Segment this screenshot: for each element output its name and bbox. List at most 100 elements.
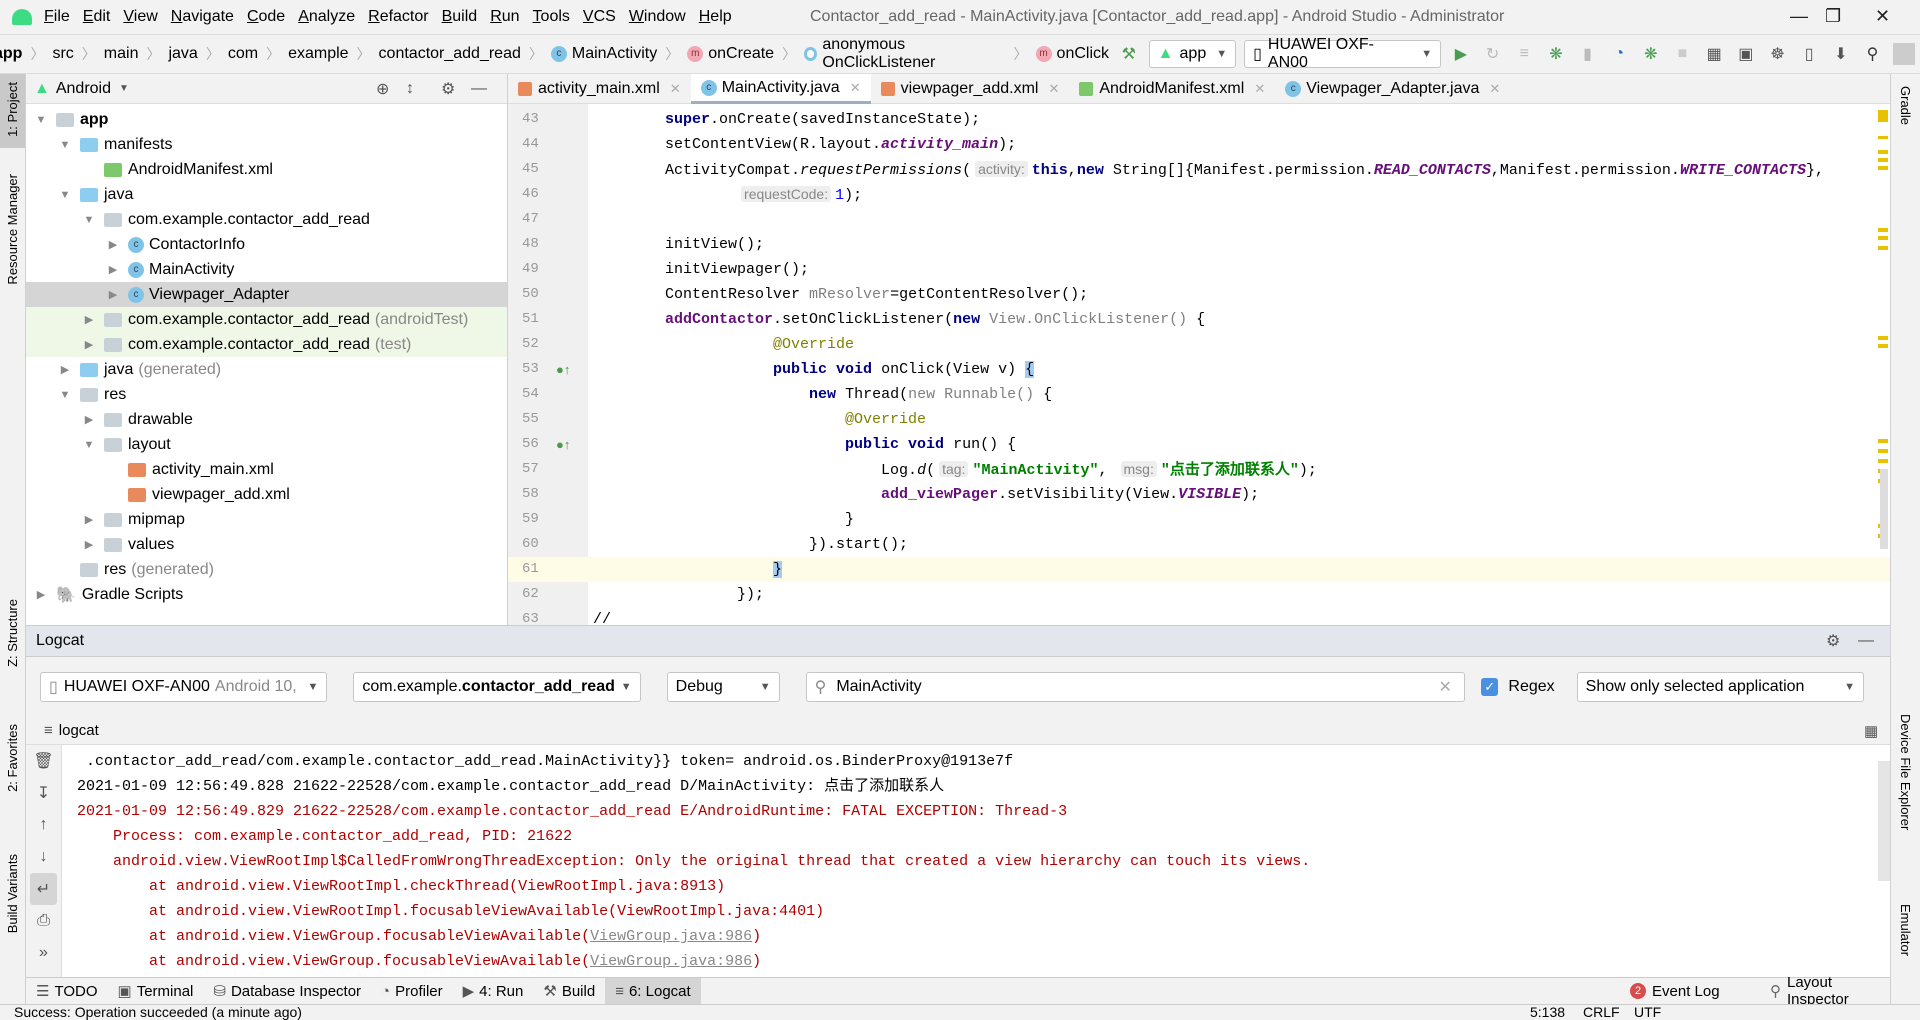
breadcrumb-item[interactable]: m onCreate 〉 <box>683 36 800 72</box>
collapsed-arrow-icon[interactable]: ▶ <box>82 413 96 426</box>
breadcrumb-item[interactable]: anonymous OnClickListener 〉 <box>800 36 1031 72</box>
tree-item[interactable]: ▼ manifests <box>26 132 507 157</box>
clear-icon[interactable]: ✕ <box>1439 677 1452 697</box>
source-link[interactable]: ViewGroup.java:986 <box>590 928 752 945</box>
account-avatar[interactable] <box>1893 43 1915 65</box>
tool-window-structure[interactable]: Z: Structure <box>5 599 20 667</box>
line-separator[interactable]: CRLF <box>1583 1005 1620 1020</box>
expanded-arrow-icon[interactable]: ▼ <box>58 189 72 201</box>
stop-icon[interactable]: ■ <box>1672 43 1694 65</box>
tree-item[interactable]: AndroidManifest.xml <box>26 157 507 182</box>
device-manager-icon[interactable]: ▯ <box>1798 43 1820 65</box>
hide-icon[interactable]: — <box>1858 632 1874 650</box>
collapsed-arrow-icon[interactable]: ▶ <box>106 263 120 276</box>
tree-item[interactable]: ▼ com.example.contactor_add_read <box>26 207 507 232</box>
maximize-button[interactable]: ❐ <box>1825 6 1841 27</box>
logcat-scrollbar[interactable] <box>1878 761 1890 881</box>
breadcrumb-item[interactable]: app 〉 <box>0 36 48 72</box>
expanded-arrow-icon[interactable]: ▼ <box>82 439 96 451</box>
run-config-select[interactable]: ▲ app ▼ <box>1148 40 1237 68</box>
tree-item[interactable]: viewpager_add.xml <box>26 482 507 507</box>
tool-logcat[interactable]: ≡ 6: Logcat <box>605 977 701 1005</box>
editor-scrollbar[interactable] <box>1880 469 1888 549</box>
tree-item[interactable]: ▼ res <box>26 382 507 407</box>
collapsed-arrow-icon[interactable]: ▶ <box>106 238 120 251</box>
down-arrow-icon[interactable]: ↓ <box>26 841 61 873</box>
menu-file[interactable]: File <box>44 8 70 26</box>
expanded-arrow-icon[interactable]: ▼ <box>58 389 72 401</box>
tool-database-inspector[interactable]: ⛁ Database Inspector <box>203 978 371 1005</box>
collapsed-arrow-icon[interactable]: ▶ <box>82 538 96 551</box>
menu-tools[interactable]: Tools <box>533 8 570 26</box>
tree-item[interactable]: ▼ java <box>26 182 507 207</box>
close-tab-icon[interactable]: ✕ <box>850 80 861 96</box>
breadcrumb-item[interactable]: example 〉 <box>284 36 374 72</box>
tool-todo[interactable]: ☰ TODO <box>26 978 108 1005</box>
tool-build[interactable]: ⚒ Build <box>533 978 605 1005</box>
tree-item[interactable]: ▶ com.example.contactor_add_read (androidT… <box>26 307 507 332</box>
gear-icon[interactable]: ⚙ <box>1826 631 1840 651</box>
menu-help[interactable]: Help <box>699 8 732 26</box>
tree-item[interactable]: activity_main.xml <box>26 457 507 482</box>
tab-androidmanifest-xml[interactable]: AndroidManifest.xml ✕ <box>1069 74 1275 104</box>
file-encoding[interactable]: UTF <box>1634 1005 1661 1020</box>
tool-window-project[interactable]: 1: Project <box>5 82 20 137</box>
menu-view[interactable]: View <box>123 8 157 26</box>
override-gutter-icon[interactable]: ●↑ <box>556 432 570 457</box>
device-select[interactable]: ▯ HUAWEI OXF-AN00 ▼ <box>1244 36 1442 71</box>
layout-options-icon[interactable]: ▦ <box>1864 722 1878 740</box>
search-icon[interactable]: ⚲ <box>1862 43 1884 65</box>
tool-window-emulator[interactable]: Emulator <box>1898 904 1913 956</box>
logcat-tab[interactable]: logcat <box>59 722 99 739</box>
collapsed-arrow-icon[interactable]: ▶ <box>34 588 48 601</box>
tree-item[interactable]: ▶ c MainActivity <box>26 257 507 282</box>
tree-item[interactable]: ▶ drawable <box>26 407 507 432</box>
tree-item[interactable]: ▶ c Viewpager_Adapter <box>26 282 507 307</box>
tab-mainactivity-java[interactable]: c MainActivity.java ✕ <box>690 74 871 104</box>
override-gutter-icon[interactable]: ●↑ <box>556 357 570 382</box>
clear-logcat-trash-icon[interactable]: 🗑 <box>26 745 61 777</box>
breadcrumb-item[interactable]: java 〉 <box>164 36 223 72</box>
menu-edit[interactable]: Edit <box>83 8 111 26</box>
close-tab-icon[interactable]: ✕ <box>1048 81 1059 97</box>
profile-icon[interactable]: ◔ <box>1608 43 1630 65</box>
expanded-arrow-icon[interactable]: ▼ <box>34 114 48 126</box>
menu-build[interactable]: Build <box>442 8 478 26</box>
event-log-button[interactable]: 2 Event Log <box>1630 983 1720 1000</box>
tree-item[interactable]: ▶ c ContactorInfo <box>26 232 507 257</box>
breadcrumb-item[interactable]: m onClick <box>1032 36 1113 72</box>
package-filter-select[interactable]: com.example. contactor_add_read ▼ <box>353 672 641 702</box>
close-tab-icon[interactable]: ✕ <box>1489 81 1500 97</box>
expanded-arrow-icon[interactable]: ▼ <box>82 214 96 226</box>
menu-analyze[interactable]: Analyze <box>298 8 355 26</box>
breadcrumb-item[interactable]: main 〉 <box>100 36 165 72</box>
hide-icon[interactable]: — <box>471 80 487 98</box>
collapsed-arrow-icon[interactable]: ▶ <box>82 338 96 351</box>
print-icon[interactable]: ⎙ <box>26 905 61 937</box>
menu-code[interactable]: Code <box>247 8 285 26</box>
collapse-all-icon[interactable]: ↕ <box>406 80 414 98</box>
debug-icon[interactable]: ❋ <box>1545 43 1567 65</box>
tool-window-build-variants[interactable]: Build Variants <box>5 854 20 933</box>
project-view-select[interactable]: Android <box>56 80 111 98</box>
project-structure-icon[interactable]: ▦ <box>1703 43 1725 65</box>
attach-debugger-process-icon[interactable]: ❋ <box>1640 43 1662 65</box>
more-icon[interactable]: » <box>26 937 61 969</box>
minimize-button[interactable]: — <box>1790 6 1808 27</box>
tool-window-device-file-explorer[interactable]: Device File Explorer <box>1898 714 1913 830</box>
layout-inspector-button[interactable]: ⚲ Layout Inspector <box>1770 974 1890 1008</box>
menu-run[interactable]: Run <box>490 8 519 26</box>
tree-item[interactable]: res (generated) <box>26 557 507 582</box>
tool-terminal[interactable]: ▣ Terminal <box>108 978 204 1005</box>
attach-debugger-icon[interactable]: ▮ <box>1577 43 1599 65</box>
source-link[interactable]: ViewGroup.java:986 <box>590 953 752 970</box>
close-tab-icon[interactable]: ✕ <box>1254 81 1265 97</box>
tab-viewpager-adapter-java[interactable]: c Viewpager_Adapter.java ✕ <box>1275 74 1510 104</box>
up-arrow-icon[interactable]: ↑ <box>26 809 61 841</box>
breadcrumb-item[interactable]: src 〉 <box>48 36 99 72</box>
collapsed-arrow-icon[interactable]: ▶ <box>106 288 120 301</box>
collapsed-arrow-icon[interactable]: ▶ <box>82 513 96 526</box>
breadcrumb-item[interactable]: com 〉 <box>224 36 284 72</box>
tree-item[interactable]: ▶ 🐘 Gradle Scripts <box>26 582 507 607</box>
menu-refactor[interactable]: Refactor <box>368 8 428 26</box>
